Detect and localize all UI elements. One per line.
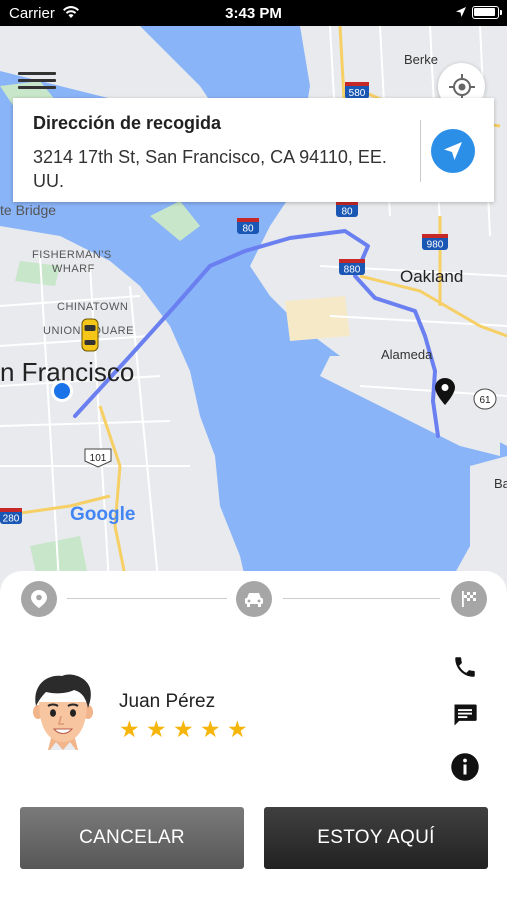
menu-bar xyxy=(18,72,56,75)
taxi-icon xyxy=(81,318,99,352)
label-fishermans-wharf-1: FISHERMAN'S xyxy=(32,249,112,261)
call-button[interactable] xyxy=(449,651,481,683)
highway-shield-580: 580 xyxy=(345,82,369,99)
pickup-title: Dirección de recogida xyxy=(33,113,222,133)
progress-line xyxy=(67,598,227,599)
battery-icon xyxy=(472,6,502,19)
label-gate-bridge: te Bridge xyxy=(0,202,56,218)
finish-flag-icon xyxy=(462,591,476,607)
status-bar: Carrier 3:43 PM xyxy=(0,0,507,26)
driver-rating: ★ ★ ★ ★ ★ xyxy=(119,716,254,742)
info-button[interactable] xyxy=(449,751,481,783)
progress-line xyxy=(283,598,440,599)
star-icon: ★ xyxy=(119,716,140,742)
phone-icon xyxy=(455,657,475,677)
current-location-icon xyxy=(51,380,73,402)
crosshair-icon xyxy=(448,73,475,100)
shield-label: 980 xyxy=(427,240,444,251)
progress-step-pickup xyxy=(21,581,57,617)
oakland-airport xyxy=(285,296,350,341)
label-fishermans-wharf-2: WHARF xyxy=(52,263,95,275)
shield-label: 80 xyxy=(341,207,353,218)
highway-shield-80-east: 80 xyxy=(336,201,358,218)
driver-avatar xyxy=(33,674,93,750)
label-oakland: Oakland xyxy=(400,267,463,286)
label-ba: Ba xyxy=(494,476,507,491)
highway-shield-61: 61 xyxy=(473,388,497,410)
highway-shield-280: 280 xyxy=(0,508,22,525)
pickup-pin-icon xyxy=(31,590,47,608)
info-icon xyxy=(451,753,479,781)
cancel-button[interactable]: CANCELAR xyxy=(20,807,244,869)
pickup-address-card[interactable]: Dirección de recogida 3214 17th St, San … xyxy=(13,98,494,202)
shield-label: 101 xyxy=(90,453,107,464)
label-chinatown: CHINATOWN xyxy=(57,301,128,313)
location-arrow-icon xyxy=(456,7,466,17)
highway-shield-80-bridge: 80 xyxy=(237,218,259,235)
navigation-arrow-icon xyxy=(444,142,462,160)
message-icon xyxy=(454,704,477,726)
star-icon: ★ xyxy=(173,716,194,742)
shield-label: 880 xyxy=(344,265,361,276)
menu-bar xyxy=(18,79,56,82)
star-icon: ★ xyxy=(227,716,248,742)
driver-name: Juan Pérez xyxy=(119,691,216,712)
shield-label: 280 xyxy=(3,514,20,525)
highway-shield-980: 980 xyxy=(422,234,448,251)
star-icon: ★ xyxy=(146,716,167,742)
label-berkeley: Berke xyxy=(404,52,438,67)
menu-button[interactable] xyxy=(18,68,56,98)
park-1 xyxy=(150,201,200,241)
highway-shield-880: 880 xyxy=(339,259,365,276)
message-button[interactable] xyxy=(449,699,481,731)
navigate-button[interactable] xyxy=(431,129,475,173)
menu-bar xyxy=(18,86,56,89)
clock: 3:43 PM xyxy=(225,5,282,22)
progress-step-finish xyxy=(451,581,487,617)
google-logo: Google xyxy=(70,504,135,525)
progress-step-car xyxy=(236,581,272,617)
shield-label: 80 xyxy=(242,224,254,235)
label-alameda: Alameda xyxy=(381,347,433,362)
divider xyxy=(420,120,421,182)
shield-label: 61 xyxy=(479,395,491,406)
pickup-address: 3214 17th St, San Francisco, CA 94110, E… xyxy=(33,147,387,191)
im-here-button[interactable]: ESTOY AQUÍ xyxy=(264,807,488,869)
star-icon: ★ xyxy=(200,716,221,742)
car-icon xyxy=(245,593,263,607)
